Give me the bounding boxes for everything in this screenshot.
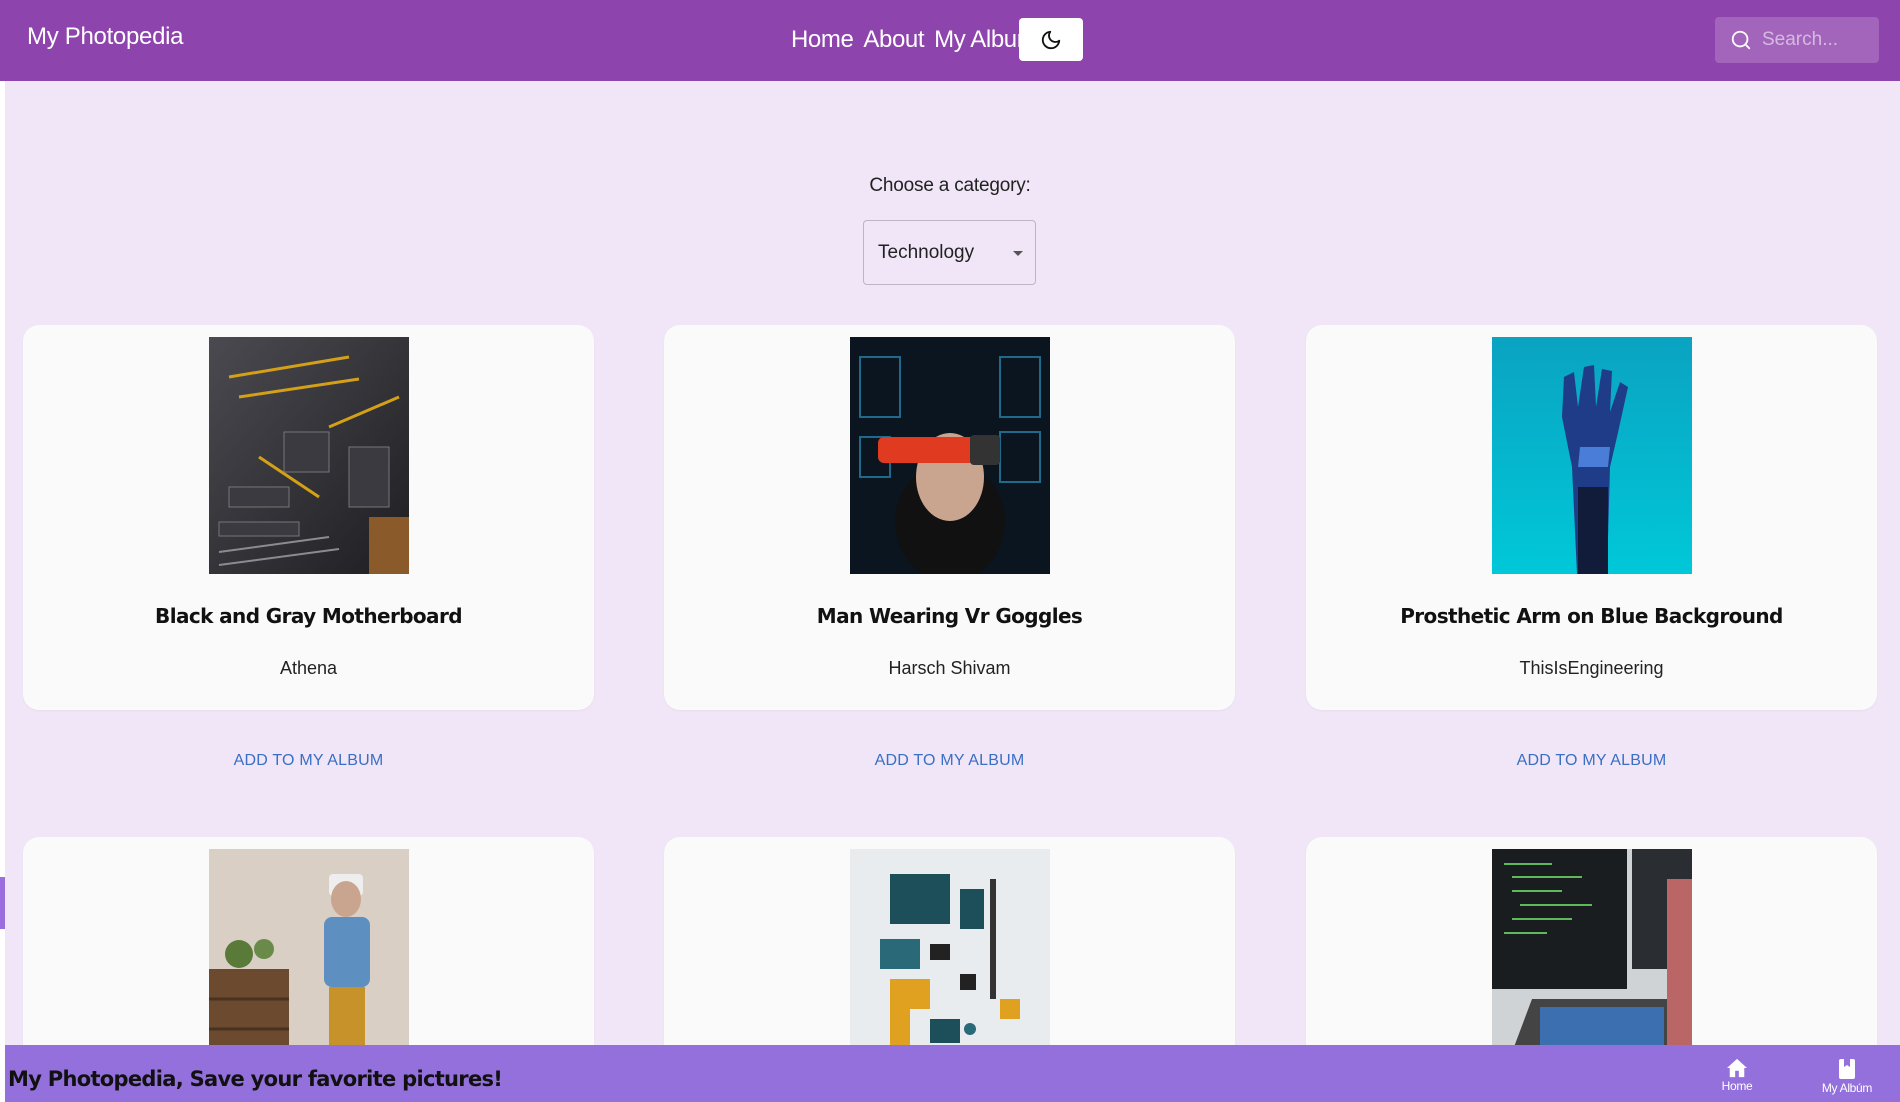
bottom-nav-home[interactable]: Home [1707,1058,1767,1093]
moon-icon [1040,29,1062,51]
search-input[interactable] [1760,28,1874,52]
nav-home[interactable]: Home [791,26,854,54]
chevron-down-icon [1013,251,1023,256]
category-label: Choose a category: [869,175,1031,196]
card-author: ThisIsEngineering [1519,658,1664,678]
photo-card [1306,837,1877,1079]
card-title: Prosthetic Arm on Blue Background [1400,604,1783,628]
home-icon [1707,1058,1767,1078]
theme-toggle-button[interactable] [1019,18,1083,61]
category-select[interactable]: Technology [863,220,1036,285]
search-icon [1730,29,1752,51]
card-author: Harsch Shivam [888,658,1011,678]
photo-vr-goggles[interactable] [850,337,1050,574]
nav-about[interactable]: About [863,26,924,54]
bookmark-icon [1817,1058,1877,1080]
bottom-nav-my-album[interactable]: My Albúm [1817,1058,1877,1095]
photo-card: Prosthetic Arm on Blue Background ThisIs… [1306,325,1877,710]
photo-card: Black and Gray Motherboard Athena [23,325,594,710]
app-bar: My Photopedia Home About My Album [0,0,1900,81]
bottom-nav-home-label: Home [1721,1079,1753,1093]
photo-card: Man Wearing Vr Goggles Harsch Shivam [664,325,1235,710]
card-author: Athena [279,658,338,678]
photo-card [23,837,594,1079]
bottom-nav-my-album-label: My Albúm [1821,1081,1873,1095]
photo-prosthetic-arm[interactable] [1492,337,1692,574]
add-to-album-button[interactable]: ADD TO MY ALBUM [23,752,594,770]
category-selected-value: Technology [878,242,975,263]
card-title: Black and Gray Motherboard [155,604,462,628]
main-nav: Home About My Album [791,17,1046,63]
bottom-bar: My Photopedia, Save your favorite pictur… [5,1045,1900,1102]
photo-motherboard[interactable] [209,337,409,574]
search-box[interactable] [1715,17,1879,63]
left-edge-accent [0,877,5,929]
photo-card [664,837,1235,1079]
card-title: Man Wearing Vr Goggles [816,604,1083,628]
footer-tagline: My Photopedia, Save your favorite pictur… [8,1067,503,1091]
add-to-album-button[interactable]: ADD TO MY ALBUM [664,752,1235,770]
brand-title[interactable]: My Photopedia [27,23,184,51]
left-edge [0,81,5,1102]
add-to-album-button[interactable]: ADD TO MY ALBUM [1306,752,1877,770]
